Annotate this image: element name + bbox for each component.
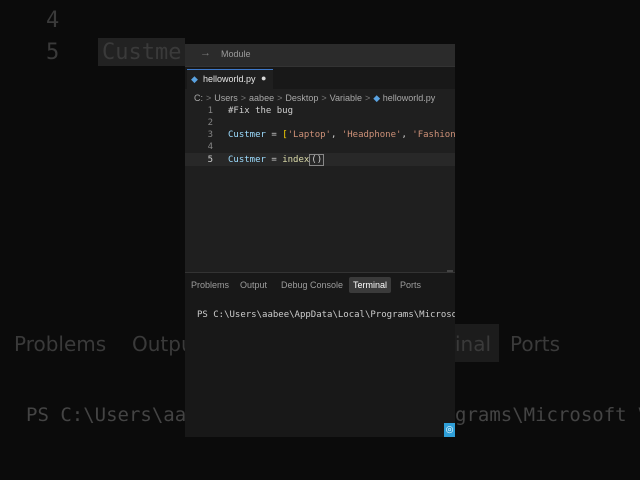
code-separator: , [401, 130, 413, 140]
breadcrumb-item[interactable]: aabee [249, 93, 274, 103]
code-line-1[interactable]: #Fix the bug [228, 106, 293, 116]
breadcrumb-item[interactable]: Desktop [285, 93, 318, 103]
copilot-icon[interactable]: ◎ [444, 423, 455, 437]
line-number: 5 [207, 155, 213, 165]
line-number: 2 [207, 118, 213, 128]
bg-terminal-right: grams\Microsoft VS [455, 404, 640, 426]
code-editor[interactable]: 1 2 3 4 5 #Fix the bug Custmer = ['Lapto… [185, 104, 455, 264]
bg-line-number-4: 4 [46, 8, 60, 33]
vscode-window: → Module ◆ helloworld.py ● C: > Users > aabe… [185, 44, 455, 437]
tab-ports[interactable]: Ports [396, 277, 425, 293]
python-file-icon: ◆ [373, 93, 383, 103]
tab-output[interactable]: Output [236, 277, 271, 293]
line-number: 1 [207, 106, 213, 116]
code-string: 'Headphone' [341, 130, 402, 140]
tab-terminal[interactable]: Terminal [349, 277, 392, 293]
forward-arrow-icon[interactable]: → [200, 47, 211, 59]
breadcrumb: C: > Users > aabee > Desktop > Variable > ◆ hellow… [194, 93, 435, 104]
bg-tab-ports: Ports [510, 332, 561, 356]
code-comment: #Fix the bug [228, 106, 294, 116]
breadcrumb-item[interactable]: Variable [330, 93, 362, 103]
bg-line-number-5: 5 [46, 40, 60, 65]
text-cursor-parens: () [309, 154, 325, 166]
title-bar: → Module [185, 44, 455, 67]
code-variable: Custmer [228, 130, 266, 140]
chevron-right-icon: > [277, 93, 283, 103]
breadcrumb-item[interactable]: helloworld.py [383, 93, 436, 103]
code-operator: = [265, 130, 283, 140]
bg-tab-problems: Problems [14, 332, 107, 356]
breadcrumb-item[interactable]: Users [214, 93, 238, 103]
tab-problems[interactable]: Problems [187, 277, 233, 293]
bg-code-line: Custmer [102, 40, 195, 65]
line-number: 4 [207, 142, 213, 152]
tab-debug-console[interactable]: Debug Console [277, 277, 347, 293]
code-string: 'Fashion' [412, 130, 455, 140]
bg-terminal-left: PS C:\Users\aa [26, 404, 187, 426]
unsaved-dot-icon[interactable]: ● [261, 73, 266, 83]
chevron-right-icon: > [240, 93, 247, 103]
code-function: index [282, 155, 310, 165]
code-variable: Custmer [228, 155, 266, 165]
tab-filename: helloworld.py [203, 74, 256, 84]
terminal-output[interactable]: PS C:\Users\aabee\AppData\Local\Programs… [197, 310, 455, 320]
chevron-right-icon: > [206, 93, 212, 103]
breadcrumb-item[interactable]: C: [194, 93, 203, 103]
chevron-right-icon: > [321, 93, 327, 103]
editor-tab-bar: ◆ helloworld.py ● [185, 67, 455, 90]
line-number: 3 [207, 130, 213, 140]
code-operator: = [265, 155, 283, 165]
code-separator: , [330, 130, 342, 140]
bg-tab-terminal: inal [455, 332, 492, 356]
command-center-search[interactable]: Module [221, 49, 251, 59]
chevron-right-icon: > [365, 93, 371, 103]
code-string: 'Laptop' [287, 130, 331, 140]
bottom-panel: Problems Output Debug Console Terminal P… [185, 272, 455, 437]
python-file-icon: ◆ [191, 74, 198, 84]
editor-tab-helloworld[interactable]: ◆ helloworld.py ● [187, 69, 273, 90]
code-line-3[interactable]: Custmer = ['Laptop', 'Headphone', 'Fashi… [228, 130, 455, 140]
code-line-5[interactable]: Custmer = index() [228, 154, 325, 166]
